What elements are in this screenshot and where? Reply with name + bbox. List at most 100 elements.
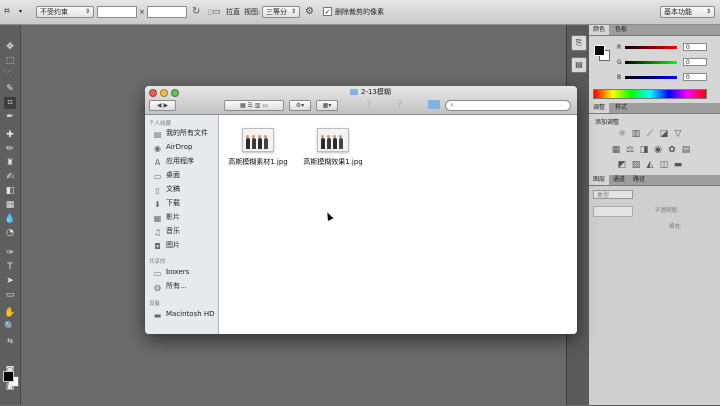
- zoom-tool-icon[interactable]: 🔍: [4, 321, 16, 333]
- select-arrow-icon: ⇕: [705, 8, 711, 15]
- sidebar-item-boxers[interactable]: ▭ boxers: [153, 267, 217, 278]
- blend-mode-select[interactable]: [593, 206, 633, 217]
- straighten-icon[interactable]: ▭: [212, 6, 222, 18]
- green-value-input[interactable]: 0: [683, 58, 707, 66]
- photo-filter-icon[interactable]: ◉: [653, 145, 663, 155]
- sidebar-item-airdrop[interactable]: ◉ AirDrop: [153, 142, 217, 153]
- green-slider[interactable]: [625, 61, 677, 64]
- tab-channels[interactable]: 通道: [609, 175, 629, 185]
- history-panel-icon[interactable]: ⎘: [571, 35, 587, 51]
- sidebar-item-all-shared[interactable]: ◍ 所有...: [153, 281, 217, 292]
- arrange-button[interactable]: ▦▾: [316, 100, 338, 111]
- hand-tool-icon[interactable]: ✋: [4, 307, 16, 319]
- blue-slider[interactable]: [625, 76, 677, 79]
- tab-adjustments[interactable]: 调整: [589, 103, 610, 113]
- sidebar-item-desktop[interactable]: ▭ 桌面: [153, 170, 217, 181]
- swap-icon[interactable]: ↻: [192, 6, 202, 18]
- history-brush-tool-icon[interactable]: ✍: [4, 171, 16, 183]
- gradient-tool-icon[interactable]: ▦: [4, 199, 16, 211]
- dodge-tool-icon[interactable]: ◔: [4, 227, 16, 239]
- tab-swatches[interactable]: 色板: [611, 25, 631, 35]
- foreground-color-swatch[interactable]: [3, 371, 14, 382]
- tab-layers[interactable]: 图层: [589, 175, 610, 185]
- sidebar-item-downloads[interactable]: ⬇ 下载: [153, 198, 217, 209]
- type-tool-icon[interactable]: T: [4, 261, 16, 273]
- close-button[interactable]: [149, 89, 157, 97]
- gear-icon[interactable]: ⚙: [305, 6, 315, 18]
- invert-icon[interactable]: ◩: [617, 160, 627, 170]
- color-lookup-icon[interactable]: ▤: [681, 145, 691, 155]
- gradient-map-icon[interactable]: ▬: [673, 160, 683, 170]
- sidebar-item-pictures[interactable]: ◘ 图片: [153, 240, 217, 251]
- search-input[interactable]: ⌕: [445, 100, 571, 111]
- sidebar-item-label: 影片: [166, 213, 180, 221]
- sidebar-item-applications[interactable]: A 应用程序: [153, 156, 217, 167]
- help-icon[interactable]: ?: [366, 99, 371, 110]
- help-icon-secondary[interactable]: ?: [397, 99, 402, 110]
- hard-drive-icon: ▬: [153, 311, 162, 320]
- delete-cropped-label: 删除裁剪的像素: [335, 8, 384, 16]
- sidebar-item-music[interactable]: ♫ 音乐: [153, 226, 217, 237]
- red-value-input[interactable]: 0: [683, 43, 707, 51]
- crop-tool-icon[interactable]: ⌗: [4, 6, 18, 18]
- clone-stamp-tool-icon[interactable]: ♜: [4, 157, 16, 169]
- file-item[interactable]: 高斯模糊素材1.jpg: [223, 128, 293, 167]
- sidebar-item-all-files[interactable]: ▤ 我的所有文件: [153, 128, 217, 139]
- delete-cropped-checkbox[interactable]: ✓: [323, 7, 332, 16]
- crop-tool-icon[interactable]: ⌗: [4, 97, 16, 109]
- default-colors-icon[interactable]: ⇆: [4, 335, 16, 347]
- curves-icon[interactable]: ⟋: [645, 129, 655, 139]
- red-slider[interactable]: [625, 46, 677, 49]
- blur-tool-icon[interactable]: 💧: [4, 213, 16, 225]
- brightness-icon[interactable]: ☼: [617, 129, 627, 139]
- folder-icon[interactable]: [428, 100, 440, 109]
- hue-saturation-icon[interactable]: ▦: [611, 145, 621, 155]
- selective-color-icon[interactable]: ◫: [659, 160, 669, 170]
- tab-color[interactable]: 颜色: [589, 25, 610, 35]
- blue-value-input[interactable]: 0: [683, 73, 707, 81]
- layer-filter-select[interactable]: 类型: [593, 190, 633, 199]
- minimize-button[interactable]: [160, 89, 168, 97]
- zoom-button[interactable]: [171, 89, 179, 97]
- screen-mode-icon[interactable]: ▣: [4, 381, 16, 393]
- path-select-tool-icon[interactable]: ➤: [4, 275, 16, 287]
- healing-brush-tool-icon[interactable]: ✚: [4, 129, 16, 141]
- move-tool-icon[interactable]: ✥: [4, 41, 16, 53]
- file-item[interactable]: 高斯模糊效果1.jpg: [298, 128, 368, 167]
- eraser-tool-icon[interactable]: ◧: [4, 185, 16, 197]
- sidebar-section-devices: 设备: [149, 301, 161, 307]
- posterize-icon[interactable]: ▨: [631, 160, 641, 170]
- exposure-icon[interactable]: ◪: [659, 129, 669, 139]
- pen-tool-icon[interactable]: ✑: [4, 247, 16, 259]
- sidebar-item-documents[interactable]: ▯ 文稿: [153, 184, 217, 195]
- black-white-icon[interactable]: ◨: [639, 145, 649, 155]
- pictures-icon: ◘: [154, 242, 161, 251]
- lasso-tool-icon[interactable]: ➰: [4, 69, 16, 81]
- back-forward-buttons[interactable]: ◀ ▶: [149, 100, 176, 111]
- marquee-tool-icon[interactable]: ⬚: [4, 55, 16, 67]
- view-select[interactable]: 三等分 ⇕: [262, 6, 300, 18]
- color-balance-icon[interactable]: ⚖: [625, 145, 635, 155]
- sidebar-item-macintosh-hd[interactable]: ▬ Macintosh HD: [153, 309, 217, 320]
- action-gear-button[interactable]: ⚙▾: [289, 100, 311, 111]
- vibrance-icon[interactable]: ▽: [673, 129, 683, 139]
- threshold-icon[interactable]: ◭: [645, 160, 655, 170]
- view-mode-buttons[interactable]: ▦ ☰ ▥ ▭: [224, 100, 284, 111]
- levels-icon[interactable]: ▥: [631, 129, 641, 139]
- constraint-select[interactable]: 不受约束 ⇕: [36, 6, 94, 18]
- height-input[interactable]: [147, 6, 187, 18]
- quick-select-tool-icon[interactable]: ✎: [4, 83, 16, 95]
- tool-preset-chevron-icon[interactable]: ▾: [19, 6, 27, 18]
- brush-tool-icon[interactable]: ✏: [4, 143, 16, 155]
- properties-panel-icon[interactable]: ▤: [571, 57, 587, 73]
- workspace-select[interactable]: 基本功能 ⇕: [660, 6, 715, 18]
- eyedropper-tool-icon[interactable]: ✒: [4, 111, 16, 123]
- tab-styles[interactable]: 样式: [611, 103, 631, 113]
- sidebar-item-movies[interactable]: ▦ 影片: [153, 212, 217, 223]
- shape-tool-icon[interactable]: ▭: [4, 289, 16, 301]
- fg-color-chip[interactable]: [594, 45, 605, 56]
- color-spectrum[interactable]: [593, 89, 707, 99]
- width-input[interactable]: [97, 6, 137, 18]
- tab-paths[interactable]: 路径: [629, 175, 649, 185]
- channel-mixer-icon[interactable]: ✿: [667, 145, 677, 155]
